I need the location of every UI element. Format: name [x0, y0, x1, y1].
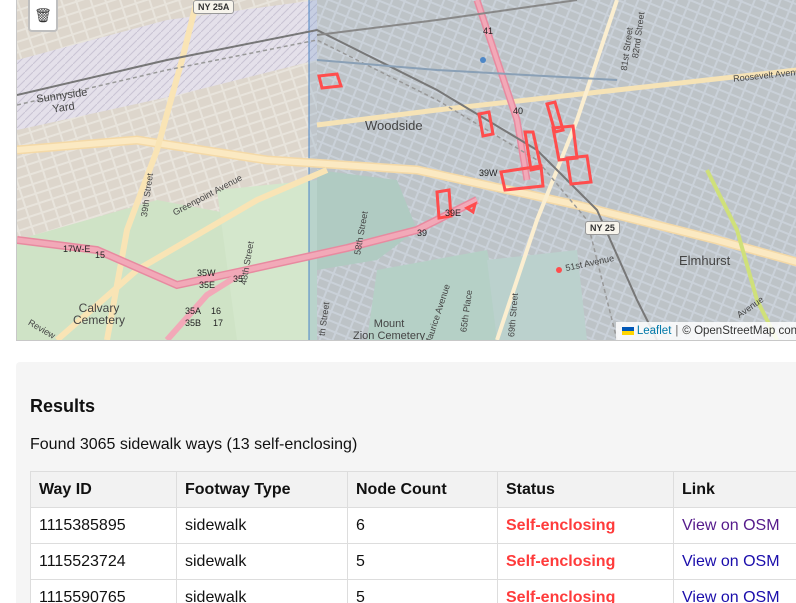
map-attribution: Leaflet | © OpenStreetMap con [615, 322, 796, 340]
table-row: 1115523724 sidewalk 5 Self-enclosing Vie… [30, 543, 796, 580]
exit-41: 41 [483, 26, 494, 36]
cell-status: Self-enclosing [497, 543, 674, 580]
column-header-way-id[interactable]: Way ID [30, 471, 177, 508]
exit-39e: 39E [445, 208, 462, 218]
cell-node-count: 5 [347, 543, 498, 580]
results-table: Way ID Footway Type Node Count Status Li… [30, 471, 796, 603]
view-on-osm-link[interactable]: View on OSM [682, 553, 780, 570]
results-title: Results [30, 396, 96, 416]
delete-shapes-button[interactable]: 🗑 [28, 0, 58, 32]
osm-attribution-text: © OpenStreetMap con [682, 325, 796, 337]
leaflet-link[interactable]: Leaflet [637, 325, 672, 337]
exit-15: 15 [95, 250, 106, 260]
cell-status: Self-enclosing [497, 579, 674, 603]
cell-footway-type: sidewalk [176, 507, 348, 544]
exit-35a: 35A [185, 306, 202, 316]
view-on-osm-link[interactable]: View on OSM [682, 517, 780, 534]
column-header-footway-type[interactable]: Footway Type [176, 471, 348, 508]
cell-status: Self-enclosing [497, 507, 674, 544]
results-summary: Found 3065 sidewalk ways (13 self-enclos… [30, 436, 358, 453]
map-view[interactable]: Woodside Elmhurst Sunnyside Yard Calvary… [16, 0, 796, 341]
cell-link: View on OSM [673, 543, 796, 580]
table-row: 1115590765 sidewalk 5 Self-enclosing Vie… [30, 579, 796, 603]
cell-footway-type: sidewalk [176, 543, 348, 580]
cell-link: View on OSM [673, 507, 796, 544]
cell-way-id: 1115385895 [30, 507, 177, 544]
cell-link: View on OSM [673, 579, 796, 603]
cell-way-id: 1115590765 [30, 579, 177, 603]
exit-35w: 35W [197, 268, 216, 278]
exit-39: 39 [417, 228, 428, 238]
map-tiles [17, 0, 796, 340]
exit-16: 16 [211, 306, 222, 316]
attribution-separator: | [675, 325, 679, 337]
shield-ny25a: NY 25A [193, 0, 235, 14]
exit-39w: 39W [479, 168, 498, 178]
exit-35: 35 [233, 274, 244, 284]
view-on-osm-link[interactable]: View on OSM [682, 589, 780, 603]
exit-35b: 35B [185, 318, 202, 328]
exit-17w-e: 17W-E [63, 244, 91, 254]
table-row: 1115385895 sidewalk 6 Self-enclosing Vie… [30, 507, 796, 544]
column-header-node-count[interactable]: Node Count [347, 471, 498, 508]
exit-17: 17 [213, 318, 224, 328]
ukraine-flag-icon [621, 327, 634, 335]
shield-ny25: NY 25 [585, 221, 620, 235]
column-header-link[interactable]: Link [673, 471, 796, 508]
cell-footway-type: sidewalk [176, 579, 348, 603]
trash-icon: 🗑 [34, 6, 52, 23]
column-header-status[interactable]: Status [497, 471, 674, 508]
cell-node-count: 6 [347, 507, 498, 544]
cell-node-count: 5 [347, 579, 498, 603]
table-header-row: Way ID Footway Type Node Count Status Li… [30, 471, 796, 508]
cell-way-id: 1115523724 [30, 543, 177, 580]
results-panel: Results Found 3065 sidewalk ways (13 sel… [16, 362, 796, 603]
exit-40: 40 [513, 106, 524, 116]
exit-35e: 35E [199, 280, 216, 290]
